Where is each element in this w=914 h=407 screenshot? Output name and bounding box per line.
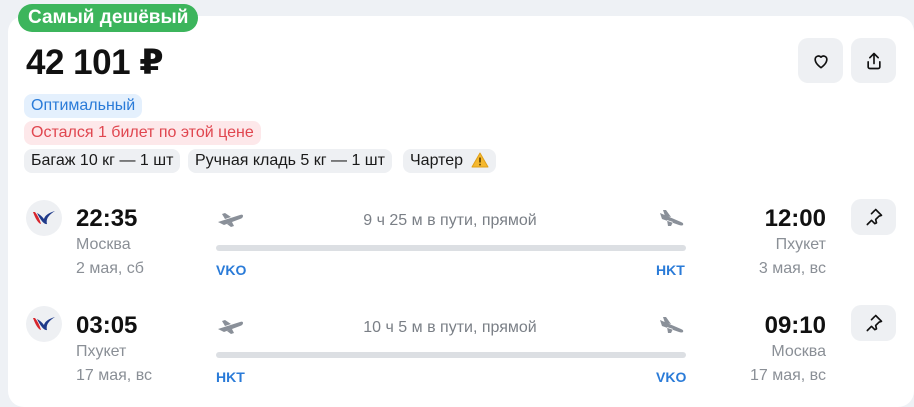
arrival-date: 17 мая, вс [749,367,826,384]
arrival-city: Москва [771,343,826,360]
departure-time: 03:05 [76,312,138,339]
airline-logo [26,306,62,342]
takeoff-icon [218,213,243,227]
arrival-city: Пхукет [775,236,826,253]
pin-icon [866,208,882,226]
arrival-airport-code: HKT [656,262,685,278]
arrival-airport-code: VKO [656,369,687,385]
departure-city: Москва [76,236,131,253]
hand-luggage-tag: Ручная кладь 5 кг — 1 шт [188,149,392,173]
route-line [216,245,686,251]
arrival-time: 09:10 [764,312,826,339]
departure-date: 2 мая, сб [76,260,144,277]
departure-city: Пхукет [76,343,127,360]
heart-icon [813,54,828,68]
pin-icon [866,314,882,332]
charter-tag: Чартер [403,149,496,173]
fare-class-tag: Оптимальный [24,94,143,118]
flight-duration: 10 ч 5 м в пути, прямой [363,319,537,336]
arrival-time: 12:00 [764,205,826,232]
route-line [216,352,686,358]
ticket-price: 42 101 ₽ [26,43,164,82]
flight-duration: 9 ч 25 м в пути, прямой [363,212,537,229]
share-button[interactable] [851,38,896,83]
baggage-tag: Багаж 10 кг — 1 шт [24,149,181,173]
pin-button[interactable] [851,305,896,341]
airline-logo [26,200,62,236]
tickets-left-tag: Остался 1 билет по этой цене [24,121,261,145]
warning-icon [471,152,489,168]
departure-date: 17 мая, вс [76,367,153,384]
arrival-date: 3 мая, вс [758,260,826,277]
landing-icon [660,317,684,333]
cheapest-badge: Самый дешёвый [18,4,199,32]
charter-label: Чартер [410,152,464,169]
takeoff-icon [218,320,243,334]
favorite-button[interactable] [798,38,843,83]
departure-airport-code: VKO [216,262,247,278]
departure-time: 22:35 [76,205,138,232]
departure-airport-code: HKT [216,369,245,385]
share-icon [866,52,881,69]
landing-icon [660,210,684,226]
pin-button[interactable] [851,199,896,235]
